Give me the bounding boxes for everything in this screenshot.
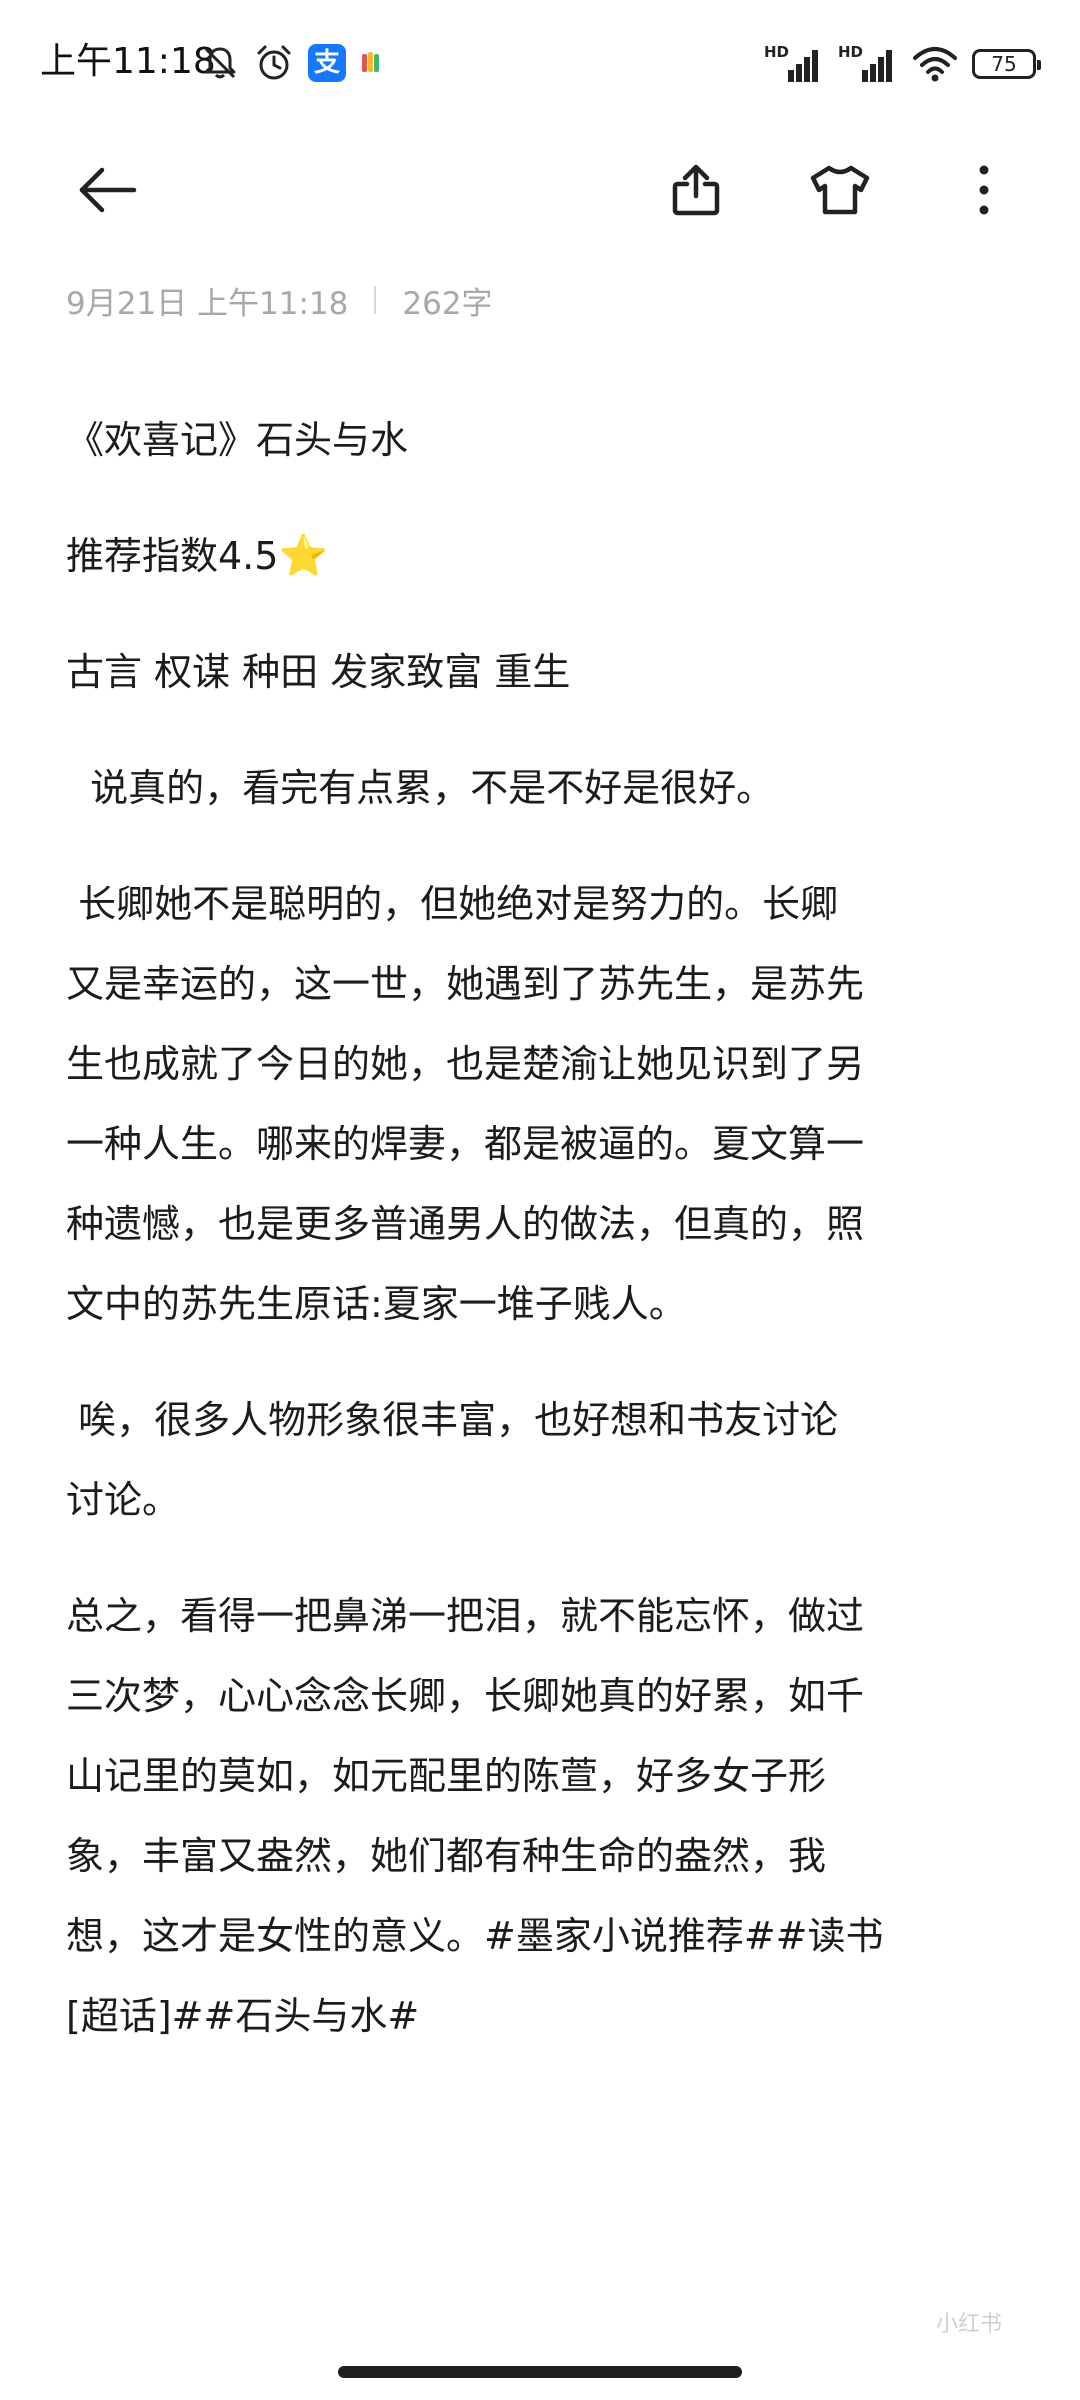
share-button[interactable] [656,150,736,230]
theme-button[interactable] [800,150,880,230]
paragraph-line: 长卿她不是聪明的，但她绝对是努力的。长卿 [66,882,839,926]
paragraph-line: 种遗憾，也是更多普通男人的做法，但真的，照 [66,1202,865,1246]
paragraph-line: 想，这才是女性的意义。#墨家小说推荐##读书 [66,1914,884,1958]
word-count: 262字 [402,285,493,322]
back-button[interactable] [68,150,148,230]
paragraph-line: 又是幸运的，这一世，她遇到了苏先生，是苏先 [66,962,865,1006]
alipay-icon: 支 [308,44,346,82]
paragraph-line: 唉，很多人物形象很丰富，也好想和书友讨论 [66,1398,839,1442]
tags-line: 古言 权谋 种田 发家致富 重生 [66,650,571,694]
wifi-icon [912,44,958,84]
paragraph-line: 讨论。 [66,1478,181,1522]
status-bar: 上午11:18 支 HD HD 75 [0,0,1080,130]
home-indicator[interactable] [338,2366,742,2378]
paragraph-line: 三次梦，心心念念长卿，长卿她真的好累，如千 [66,1674,865,1718]
rating-line: 推荐指数4.5⭐ [66,516,1026,596]
watermark: 小红书 [935,2312,1002,2337]
paragraph-line: 生也成就了今日的她，也是楚渝让她见识到了另 [66,1042,865,1086]
status-system-icons: HD HD 75 [764,42,1041,86]
note-meta: 9月21日 上午11:18 262字 [66,278,493,322]
paragraph-line: 文中的苏先生原话:夏家一堆子贱人。 [66,1282,687,1326]
paragraph-line: 一种人生。哪来的焊妻，都是被逼的。夏文算一 [66,1122,865,1166]
paragraph-line: 总之，看得一把鼻涕一把泪，就不能忘怀，做过 [66,1594,865,1638]
note-toolbar [0,130,1080,250]
note-title-line: 《欢喜记》石头与水 [66,418,409,462]
back-arrow-icon [76,165,140,215]
paragraph-line: 山记里的莫如，如元配里的陈萱，好多女子形 [66,1754,827,1798]
meta-divider [374,286,377,314]
hd-signal-icon: HD [838,44,898,84]
color-app-icon [360,48,384,78]
star-icon: ⭐ [278,533,329,579]
share-icon [670,162,722,218]
battery-icon: 75 [972,49,1041,79]
more-vertical-icon [974,162,994,218]
paragraph-line: 说真的，看完有点累，不是不好是很好。 [66,766,775,810]
bell-off-icon [200,43,240,83]
rating-text: 推荐指数4.5 [66,534,279,578]
alarm-clock-icon [254,43,294,83]
status-time: 上午11:18 [40,41,216,82]
theme-shirt-icon [809,162,871,218]
note-body[interactable]: 《欢喜记》石头与水 推荐指数4.5⭐ 古言 权谋 种田 发家致富 重生 说真的，… [66,400,1026,2056]
more-button[interactable] [944,150,1024,230]
paragraph-line: 象，丰富又盎然，她们都有种生命的盎然，我 [66,1834,827,1878]
paragraph-line: [超话]##石头与水# [66,1994,420,2038]
note-date: 9月21日 上午11:18 [66,285,349,322]
status-notification-icons: 支 [200,40,384,86]
hd-signal-icon: HD [764,44,824,84]
